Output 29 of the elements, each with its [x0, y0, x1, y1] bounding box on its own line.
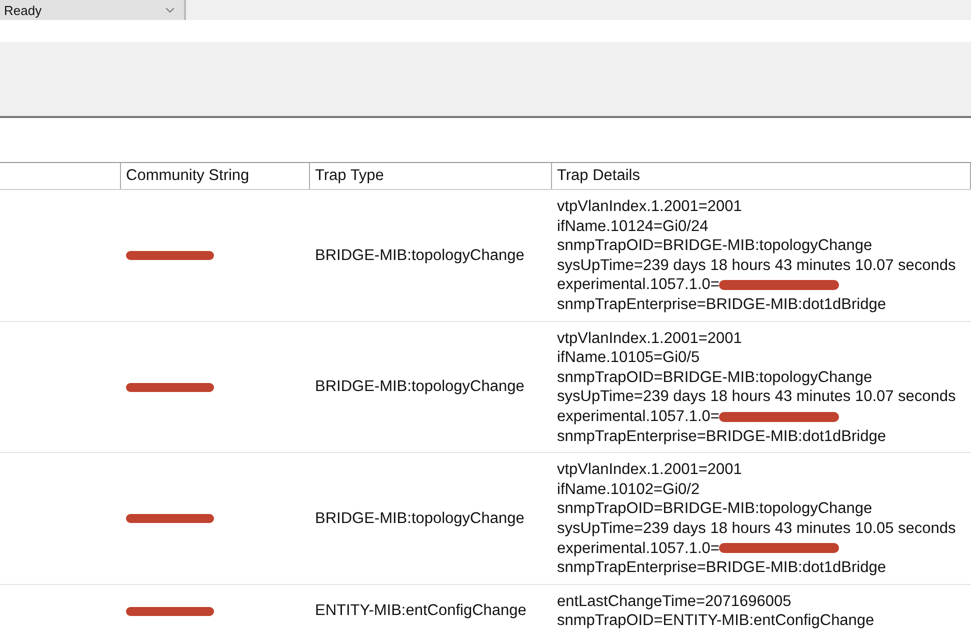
column-header[interactable]: Community String [121, 163, 310, 189]
table-cell: ifName.10124=Gi0/24 [557, 216, 708, 236]
table-cell: ENTITY-MIB:entConfigChange [315, 602, 526, 620]
table-cell: experimental.1057.1.0= [557, 406, 720, 427]
table-cell: snmpTrapEnterprise=BRIDGE-MIB:dot1dBridge [557, 294, 886, 315]
status-dropdown[interactable]: Ready [0, 0, 186, 20]
column-header[interactable]: Trap Details [552, 163, 971, 189]
table-cell: snmpTrapOID=ENTITY-MIB:entConfigChange [557, 611, 874, 631]
table-cell: experimental.1057.1.0= [557, 538, 720, 558]
table-cell: sysUpTime=239 days 18 hours 43 minutes 10.07 seconds [557, 256, 956, 276]
table-cell: sysUpTime=239 days 18 hours 43 minutes 10.05 seconds [557, 518, 956, 538]
table-cell: vtpVlanIndex.1.2001=2001 [557, 328, 742, 348]
column-header[interactable]: Trap Type [310, 163, 552, 189]
table-cell: experimental.1057.1.0= [557, 275, 720, 295]
table-cell: snmpTrapEnterprise=BRIDGE-MIB:dot1dBridge [557, 558, 886, 578]
table-cell: vtpVlanIndex.1.2001=2001 [557, 197, 742, 217]
table-cell: snmpTrapOID=BRIDGE-MIB:topologyChange [557, 368, 872, 388]
caret-icon [166, 8, 174, 12]
table-cell: BRIDGE-MIB:topologyChange [315, 246, 524, 265]
table-cell: sysUpTime=239 days 18 hours 43 minutes 10.07 seconds [557, 387, 956, 407]
table-cell: BRIDGE-MIB:topologyChange [315, 378, 524, 396]
table-cell: ifName.10105=Gi0/5 [557, 348, 700, 368]
table-cell: snmpTrapOID=BRIDGE-MIB:topologyChange [557, 499, 872, 519]
table-cell: entLastChangeTime=2071696005 [557, 592, 792, 612]
table-cell: snmpTrapOID=BRIDGE-MIB:topologyChange [557, 236, 872, 256]
table-cell: ifName.10102=Gi0/2 [557, 480, 700, 500]
table-cell: BRIDGE-MIB:topologyChange [315, 510, 524, 528]
table-cell: vtpVlanIndex.1.2001=2001 [557, 460, 742, 480]
table-cell: snmpTrapEnterprise=BRIDGE-MIB:dot1dBridge [557, 426, 886, 446]
